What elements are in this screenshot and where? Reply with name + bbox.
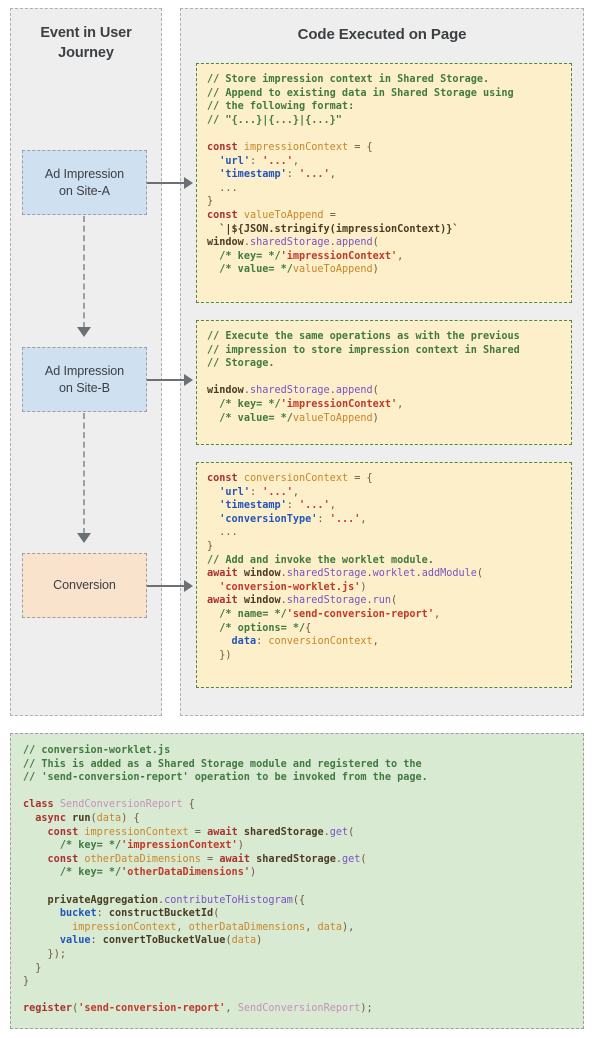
- connector-step-a-to-code-1: [147, 182, 186, 184]
- journey-step-label-line-1: Ad Impression: [44, 363, 125, 378]
- journey-step-conversion[interactable]: Conversion: [22, 553, 147, 618]
- journey-step-label-line-1: Ad Impression: [44, 166, 125, 181]
- column-title-code-executed: Code Executed on Page: [297, 26, 467, 43]
- journey-step-label-line-2: on Site-A: [59, 183, 110, 198]
- connector-step-b-to-code-2: [147, 379, 186, 381]
- code-block-impression-site-b: // Execute the same operations as with t…: [196, 320, 572, 445]
- arrowhead-right-icon: [184, 580, 193, 592]
- arrowhead-down-icon: [77, 327, 91, 337]
- journey-step-label-line-1: Conversion: [53, 578, 116, 592]
- arrowhead-down-icon: [77, 533, 91, 543]
- journey-step-impression-site-b[interactable]: Ad Impression on Site-B: [22, 347, 147, 412]
- journey-step-label-line-2: on Site-B: [59, 380, 110, 395]
- arrowhead-right-icon: [184, 177, 193, 189]
- connector-impression-a-to-b: [83, 216, 85, 328]
- column-title-line-2: Journey: [58, 45, 114, 61]
- connector-conversion-to-code-3: [147, 585, 186, 587]
- column-title-event-journey: Event in User Journey: [11, 23, 161, 63]
- column-title-line-1: Event in User: [40, 25, 132, 41]
- code-block-impression-site-a: // Store impression context in Shared St…: [196, 63, 572, 303]
- journey-step-impression-site-a[interactable]: Ad Impression on Site-A: [22, 150, 147, 215]
- connector-impression-b-to-conversion: [83, 413, 85, 534]
- code-block-conversion-worklet: // conversion-worklet.js // This is adde…: [10, 733, 584, 1029]
- arrowhead-right-icon: [184, 374, 193, 386]
- code-block-conversion: const conversionContext = { 'url': '...'…: [196, 462, 572, 688]
